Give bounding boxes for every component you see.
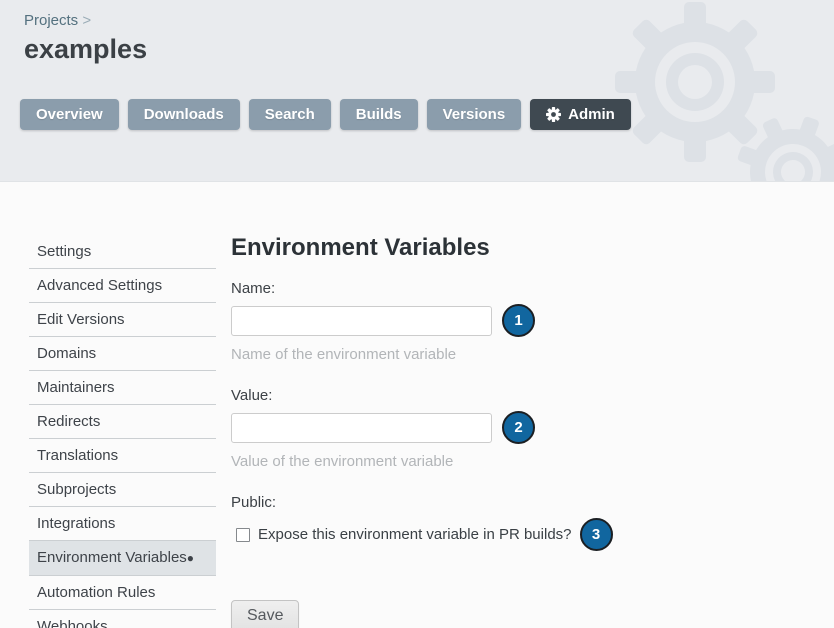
breadcrumb-separator: > bbox=[82, 12, 91, 29]
sidebar-item-translations[interactable]: Translations bbox=[29, 439, 216, 473]
project-nav-tabs: Overview Downloads Search Builds Version… bbox=[20, 99, 631, 130]
tab-versions[interactable]: Versions bbox=[427, 99, 522, 130]
tab-builds[interactable]: Builds bbox=[340, 99, 418, 130]
sidebar-item-settings[interactable]: Settings bbox=[29, 235, 216, 269]
sidebar-item-subprojects[interactable]: Subprojects bbox=[29, 473, 216, 507]
save-button[interactable]: Save bbox=[231, 600, 299, 628]
sidebar-item-maintainers[interactable]: Maintainers bbox=[29, 371, 216, 405]
sidebar-item-integrations[interactable]: Integrations bbox=[29, 507, 216, 541]
value-label: Value: bbox=[231, 386, 651, 405]
admin-sidebar: Settings Advanced Settings Edit Versions… bbox=[29, 235, 216, 628]
sidebar-item-advanced-settings[interactable]: Advanced Settings bbox=[29, 269, 216, 303]
project-header: Projects > examples Overview Downloads S… bbox=[0, 0, 834, 182]
annotation-step-1: 1 bbox=[502, 304, 535, 337]
annotation-step-3: 3 bbox=[580, 518, 613, 551]
sidebar-item-label: Environment Variables bbox=[37, 549, 187, 566]
sidebar-item-automation-rules[interactable]: Automation Rules bbox=[29, 576, 216, 610]
public-field-group: Public: Expose this environment variable… bbox=[231, 493, 651, 551]
sidebar-item-edit-versions[interactable]: Edit Versions bbox=[29, 303, 216, 337]
public-checkbox-label[interactable]: Expose this environment variable in PR b… bbox=[258, 526, 572, 543]
public-label: Public: bbox=[231, 493, 651, 512]
page-title: examples bbox=[24, 34, 147, 65]
section-title: Environment Variables bbox=[231, 235, 651, 261]
public-checkbox[interactable] bbox=[236, 528, 250, 542]
tab-search[interactable]: Search bbox=[249, 99, 331, 130]
sidebar-item-environment-variables[interactable]: Environment Variables● bbox=[29, 541, 216, 576]
annotation-step-2: 2 bbox=[502, 411, 535, 444]
tab-downloads[interactable]: Downloads bbox=[128, 99, 240, 130]
name-field-group: Name: 1 Name of the environment variable bbox=[231, 279, 651, 364]
breadcrumb-projects-link[interactable]: Projects bbox=[24, 12, 78, 29]
sidebar-item-domains[interactable]: Domains bbox=[29, 337, 216, 371]
tab-admin-label: Admin bbox=[568, 106, 615, 123]
environment-variables-panel: Environment Variables Name: 1 Name of th… bbox=[231, 235, 651, 628]
name-label: Name: bbox=[231, 279, 651, 298]
admin-content: Settings Advanced Settings Edit Versions… bbox=[0, 182, 834, 628]
value-field-group: Value: 2 Value of the environment variab… bbox=[231, 386, 651, 471]
sidebar-item-redirects[interactable]: Redirects bbox=[29, 405, 216, 439]
sidebar-item-webhooks[interactable]: Webhooks bbox=[29, 610, 216, 628]
gear-icon bbox=[546, 107, 561, 122]
tab-overview[interactable]: Overview bbox=[20, 99, 119, 130]
name-input[interactable] bbox=[231, 306, 492, 336]
breadcrumb: Projects > bbox=[24, 12, 91, 29]
gears-decoration-icon bbox=[574, 0, 834, 182]
project-admin-page: Projects > examples Overview Downloads S… bbox=[0, 0, 834, 628]
name-help-text: Name of the environment variable bbox=[231, 345, 651, 364]
value-help-text: Value of the environment variable bbox=[231, 452, 651, 471]
value-input[interactable] bbox=[231, 413, 492, 443]
tab-admin[interactable]: Admin bbox=[530, 99, 631, 130]
active-bullet-icon: ● bbox=[187, 551, 194, 565]
